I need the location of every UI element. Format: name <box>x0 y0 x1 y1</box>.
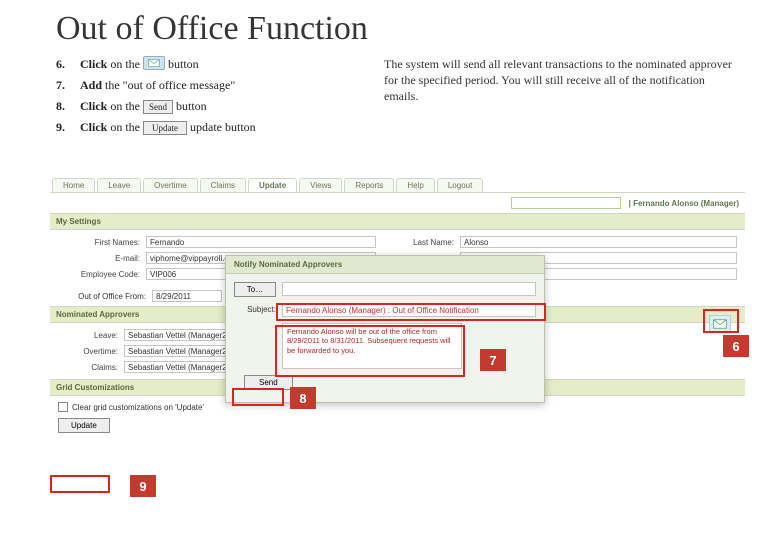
section-my-settings: My Settings <box>50 213 745 230</box>
to-field[interactable] <box>282 282 536 296</box>
approver-claims-label: Claims: <box>58 363 118 372</box>
tab-logout[interactable]: Logout <box>437 178 483 192</box>
highlight-subject <box>276 303 546 321</box>
search-input[interactable] <box>511 197 621 209</box>
envelope-icon <box>143 56 165 70</box>
tab-views[interactable]: Views <box>299 178 342 192</box>
current-user: | Fernando Alonso (Manager) <box>629 199 739 208</box>
last-name-label: Last Name: <box>382 238 454 247</box>
last-name-field[interactable]: Alonso <box>460 236 737 248</box>
step-8: 8. Click on the Send button <box>56 99 356 114</box>
app-screenshot: Home Leave Overtime Claims Update Views … <box>50 175 745 505</box>
highlight-send <box>232 388 284 406</box>
approver-leave-label: Leave: <box>58 331 118 340</box>
out-of-office-from-field[interactable]: 8/29/2011 <box>152 290 222 302</box>
first-names-field[interactable]: Fernando <box>146 236 376 248</box>
update-button-sample: Update <box>143 121 187 135</box>
callout-8: 8 <box>290 387 316 409</box>
first-names-label: First Names: <box>58 238 140 247</box>
clear-grid-checkbox[interactable] <box>58 402 68 412</box>
highlight-message <box>275 325 465 377</box>
callout-6: 6 <box>723 335 749 357</box>
employee-code-label: Employee Code: <box>58 270 140 279</box>
callout-7: 7 <box>480 349 506 371</box>
dialog-title: Notify Nominated Approvers <box>226 256 544 274</box>
tab-update[interactable]: Update <box>248 178 297 192</box>
step-7: 7. Add the "out of office message" <box>56 78 356 93</box>
tab-help[interactable]: Help <box>396 178 434 192</box>
tab-home[interactable]: Home <box>52 178 95 192</box>
callout-9: 9 <box>130 475 156 497</box>
to-button[interactable]: To… <box>234 282 276 297</box>
step-9: 9. Click on the Update update button <box>56 120 356 135</box>
subject-label: Subject: <box>234 303 276 314</box>
tab-overtime[interactable]: Overtime <box>143 178 197 192</box>
update-button[interactable]: Update <box>58 418 110 433</box>
highlight-update <box>50 475 110 493</box>
highlight-mail-icon <box>703 309 739 333</box>
tab-reports[interactable]: Reports <box>344 178 394 192</box>
approver-overtime-label: Overtime: <box>58 347 118 356</box>
email-label: E-mail: <box>58 254 140 263</box>
step-6: 6. Click on the button <box>56 56 356 72</box>
main-nav: Home Leave Overtime Claims Update Views … <box>50 175 745 193</box>
slide-title: Out of Office Function <box>0 0 780 56</box>
explanatory-note: The system will send all relevant transa… <box>384 56 734 141</box>
send-button-sample: Send <box>143 100 173 114</box>
tab-leave[interactable]: Leave <box>97 178 141 192</box>
out-of-office-from-label: Out of Office From: <box>58 292 146 301</box>
step-list: 6. Click on the button 7. Add the "out o… <box>56 56 356 135</box>
clear-grid-label: Clear grid customizations on 'Update' <box>72 403 204 412</box>
tab-claims[interactable]: Claims <box>200 178 246 192</box>
